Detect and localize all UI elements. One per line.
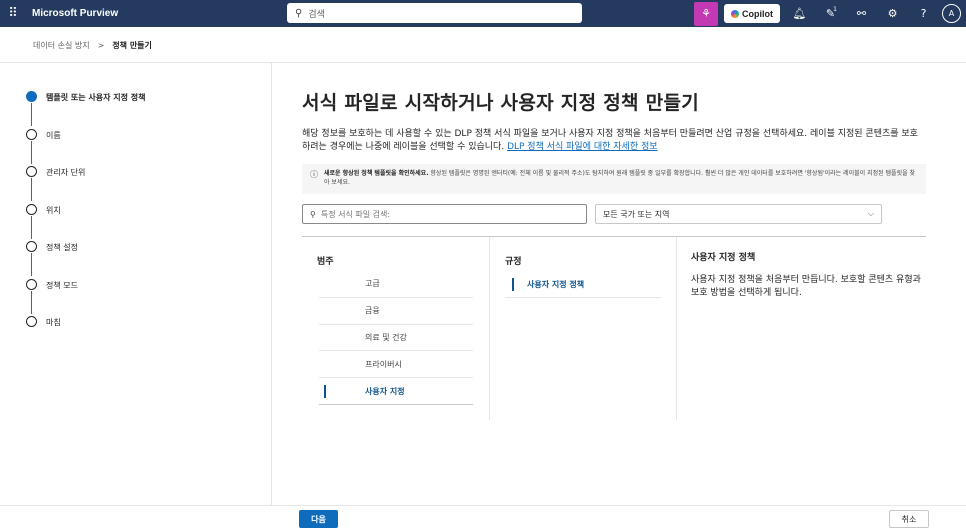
step-connector xyxy=(31,215,32,239)
search-placeholder: 검색 xyxy=(308,9,325,20)
wizard-step-template[interactable]: 템플릿 또는 사용자 지정 정책 xyxy=(26,89,266,127)
next-button[interactable]: 다음 xyxy=(299,510,338,528)
step-label: 정책 설정 xyxy=(46,243,78,252)
template-search-input[interactable]: ⚲ 특정 서식 파일 검색: xyxy=(302,204,587,224)
step-indicator xyxy=(26,128,37,140)
breadcrumb: 데이터 손실 방지 > 정책 만들기 xyxy=(33,40,152,51)
copilot-icon xyxy=(731,9,739,18)
wizard-divider xyxy=(271,63,272,506)
footer-divider xyxy=(0,505,966,506)
copilot-button[interactable]: Copilot xyxy=(724,4,780,23)
category-item-custom[interactable]: 사용자 지정 xyxy=(319,378,473,405)
app-title[interactable]: Microsoft Purview xyxy=(32,8,118,19)
learn-more-link[interactable]: DLP 정책 서식 파일에 대한 자세한 정보 xyxy=(507,142,657,152)
step-connector xyxy=(31,253,32,276)
step-indicator xyxy=(26,203,37,215)
rule-label: 사용자 지정 정책 xyxy=(527,279,585,289)
wizard-steps: 템플릿 또는 사용자 지정 정책 이름 관리자 단위 위치 정책 설정 정책 모… xyxy=(26,89,266,352)
cancel-button[interactable]: 취소 xyxy=(889,510,929,528)
step-label: 정책 모드 xyxy=(46,280,78,290)
category-item-privacy[interactable]: 프라이버시 xyxy=(319,351,473,379)
notifications-icon[interactable]: 🔔︎ xyxy=(784,0,815,27)
column-divider xyxy=(676,237,677,420)
wizard-step-admin-units[interactable]: 관리자 단위 xyxy=(26,164,266,202)
connections-icon[interactable]: ⚯ xyxy=(846,0,877,27)
search-icon: ⚲ xyxy=(310,209,316,219)
step-label: 위치 xyxy=(46,205,61,215)
category-item-advanced[interactable]: 고급 xyxy=(319,271,473,298)
categories-header: 범주 xyxy=(317,257,334,267)
waffle-icon[interactable]: ⠿ xyxy=(0,0,26,27)
country-select-value: 모든 국가 또는 지역 xyxy=(603,209,670,219)
rule-item-custom-policy[interactable]: 사용자 지정 정책 xyxy=(505,271,661,298)
topbar-actions: ⚘ Copilot 🔔︎ ✎ 1 ⚯ ⚙ ? A xyxy=(694,0,966,27)
security-copilot-icon[interactable]: ⚘ xyxy=(694,1,718,26)
notice-text: 새로운 향상된 정책 템플릿을 확인하세요. 향상된 템플릿은 명명된 엔터티(… xyxy=(324,169,918,194)
selection-indicator xyxy=(512,278,514,291)
step-connector xyxy=(31,140,32,164)
step-label: 관리자 단위 xyxy=(46,168,86,177)
help-icon[interactable]: ? xyxy=(908,0,939,27)
category-label: 사용자 지정 xyxy=(365,386,405,396)
top-bar: ⠿ Microsoft Purview ⚲ 검색 ⚘ Copilot 🔔︎ ✎ 1… xyxy=(0,0,966,27)
detail-title: 사용자 지정 정책 xyxy=(691,253,756,263)
category-list: 고급 금융 의료 및 건강 프라이버시 사용자 지정 xyxy=(319,271,473,405)
chevron-down-icon: ⌵ xyxy=(867,209,874,218)
notification-count: 1 xyxy=(833,6,837,13)
page-title: 서식 파일로 시작하거나 사용자 지정 정책 만들기 xyxy=(302,92,700,114)
step-connector xyxy=(31,178,32,201)
global-search-input[interactable]: ⚲ 검색 xyxy=(287,3,582,23)
breadcrumb-separator: > xyxy=(97,41,105,50)
step-active-indicator xyxy=(26,91,37,102)
copilot-label: Copilot xyxy=(742,8,773,19)
breadcrumb-current: 정책 만들기 xyxy=(112,41,152,50)
header-divider xyxy=(0,62,966,63)
template-search-placeholder: 특정 서식 파일 검색: xyxy=(320,209,391,219)
enhanced-templates-notice: ⓘ 새로운 향상된 정책 템플릿을 확인하세요. 향상된 템플릿은 명명된 엔터… xyxy=(302,164,926,194)
breadcrumb-parent[interactable]: 데이터 손실 방지 xyxy=(33,40,90,51)
info-icon: ⓘ xyxy=(310,170,318,179)
category-item-medical[interactable]: 의료 및 건강 xyxy=(319,325,473,352)
wizard-step-policy-mode[interactable]: 정책 모드 xyxy=(26,277,266,315)
country-region-dropdown[interactable]: 모든 국가 또는 지역 ⌵ xyxy=(595,204,882,224)
wizard-step-finish[interactable]: 마침 xyxy=(26,314,266,352)
detail-description: 사용자 지정 정책을 처음부터 만듭니다. 보호할 콘텐츠 유형과 보호 방법을… xyxy=(691,275,921,298)
step-label: 템플릿 또는 사용자 지정 정책 xyxy=(46,93,146,102)
step-connector xyxy=(31,290,32,314)
wizard-step-name[interactable]: 이름 xyxy=(26,127,266,165)
step-label: 이름 xyxy=(46,130,61,140)
selection-indicator xyxy=(324,385,326,399)
step-connector xyxy=(31,103,32,126)
table-top-divider xyxy=(302,236,926,237)
regulations-header: 규정 xyxy=(505,257,522,267)
step-indicator xyxy=(26,166,37,177)
wizard-step-locations[interactable]: 위치 xyxy=(26,202,266,240)
wizard-step-policy-settings[interactable]: 정책 설정 xyxy=(26,239,266,277)
search-icon: ⚲ xyxy=(295,7,303,19)
page-description: 해당 정보를 보호하는 데 사용할 수 있는 DLP 정책 서식 파일을 보거나… xyxy=(302,128,922,154)
step-label: 마침 xyxy=(46,318,61,327)
step-indicator xyxy=(26,278,37,290)
column-divider xyxy=(489,237,490,420)
category-item-financial[interactable]: 금융 xyxy=(319,298,473,325)
settings-gear-icon[interactable]: ⚙ xyxy=(877,0,908,27)
avatar[interactable]: A xyxy=(942,4,961,23)
notice-bold: 새로운 향상된 정책 템플릿을 확인하세요. xyxy=(324,170,429,177)
step-indicator xyxy=(26,316,37,327)
step-indicator xyxy=(26,241,37,252)
whats-new-icon[interactable]: ✎ 1 xyxy=(815,0,846,27)
